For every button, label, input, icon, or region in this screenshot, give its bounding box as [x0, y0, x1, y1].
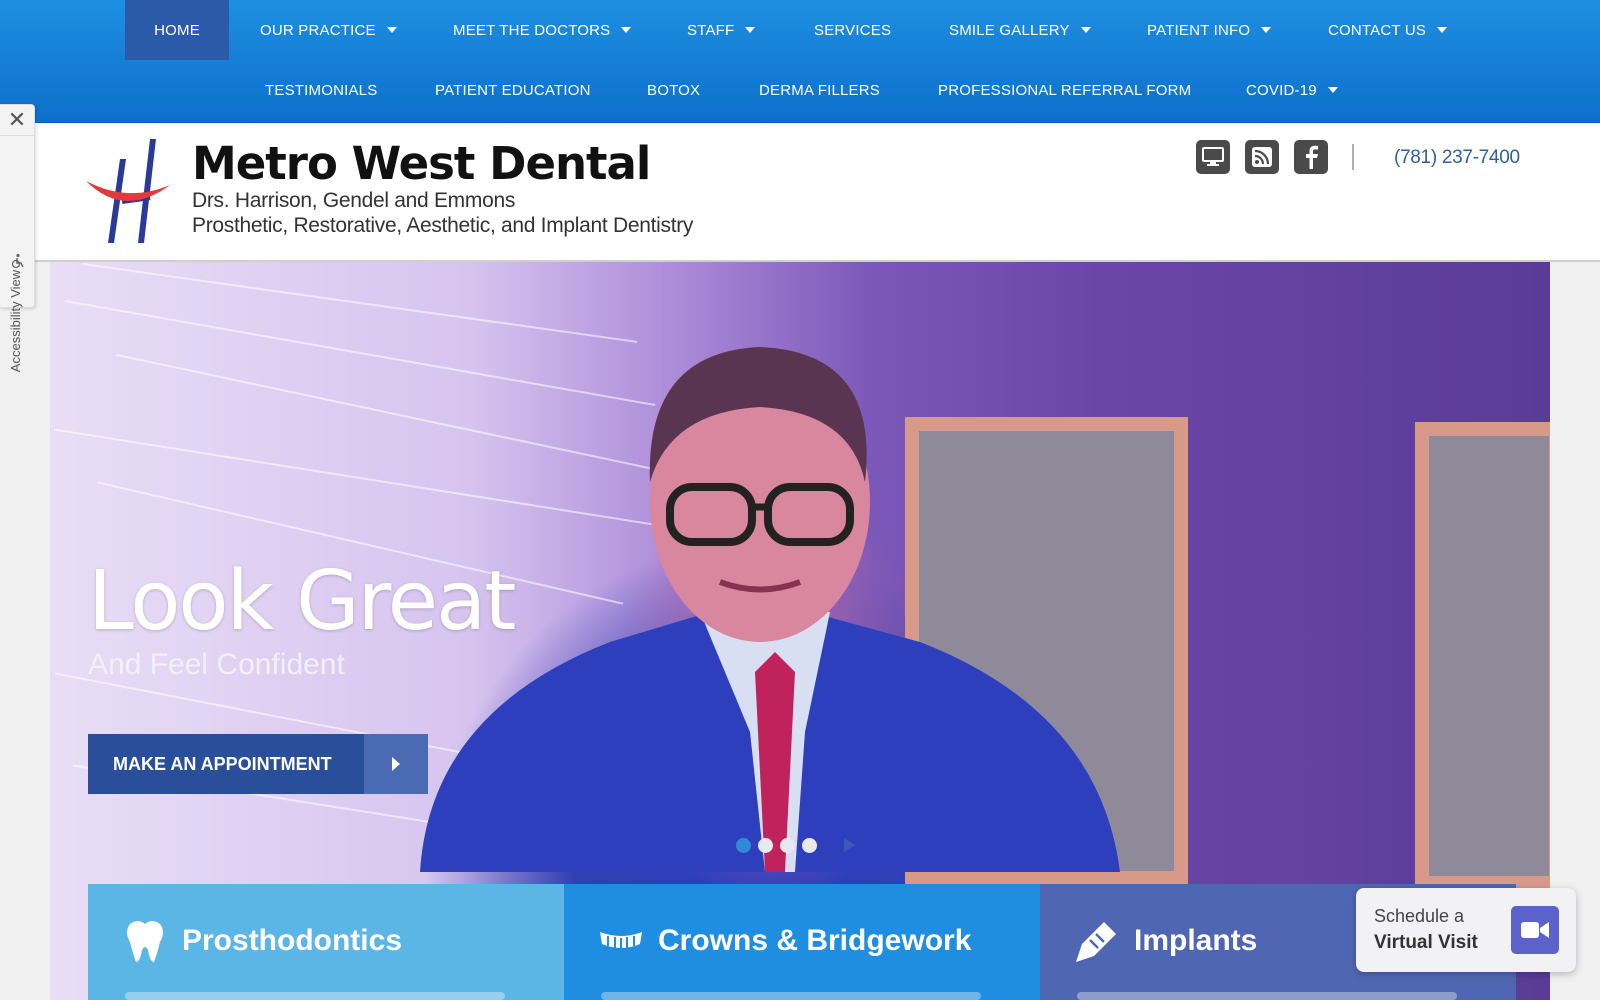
chevron-down-icon [1437, 27, 1448, 33]
card-description-peek [125, 992, 505, 1000]
header-divider [1352, 144, 1354, 170]
nav-our-practice[interactable]: OUR PRACTICE [260, 0, 397, 60]
slider-dot-2[interactable] [758, 837, 773, 853]
slider-pagination [736, 837, 855, 853]
hero-subtitle: And Feel Confident [88, 648, 345, 681]
facebook-icon[interactable] [1294, 140, 1328, 174]
metro-west-dental-logo[interactable] [84, 139, 174, 243]
desktop-icon[interactable] [1196, 140, 1230, 174]
chevron-down-icon [1261, 27, 1272, 33]
nav-smile-gallery[interactable]: SMILE GALLERY [949, 0, 1091, 60]
nav-covid-19[interactable]: COVID-19 [1246, 60, 1338, 120]
nav-derma-fillers[interactable]: DERMA FILLERS [759, 60, 880, 120]
card-title: Crowns & Bridgework [658, 924, 972, 957]
chevron-down-icon [745, 27, 756, 33]
chevron-down-icon [1327, 87, 1338, 93]
phone-number-link[interactable]: (781) 237-7400 [1394, 147, 1520, 169]
nav-testimonials[interactable]: TESTIMONIALS [265, 60, 377, 120]
site-header: Metro West Dental Drs. Harrison, Gendel … [34, 123, 1600, 262]
slider-next-arrow-icon[interactable] [844, 838, 855, 852]
card-description-peek [601, 992, 981, 1000]
nav-home[interactable]: HOME [125, 0, 229, 60]
doctor-photo [420, 347, 1120, 872]
card-prosthodontics[interactable]: Prosthodontics [88, 884, 564, 1000]
make-appointment-button[interactable]: MAKE AN APPOINTMENT [88, 734, 428, 794]
chevron-down-icon [1080, 27, 1091, 33]
nav-professional-referral-form[interactable]: PROFESSIONAL REFERRAL FORM [938, 60, 1191, 120]
divider [0, 135, 34, 136]
chevron-down-icon [386, 27, 397, 33]
teeth-icon [600, 932, 642, 949]
video-camera-icon[interactable] [1511, 906, 1559, 954]
nav-contact-us[interactable]: CONTACT US [1328, 0, 1448, 60]
card-description-peek [1077, 992, 1457, 1000]
nav-staff[interactable]: STAFF [687, 0, 756, 60]
nav-patient-info[interactable]: PATIENT INFO [1147, 0, 1272, 60]
chevron-down-icon [621, 27, 632, 33]
specialties-line: Prosthetic, Restorative, Aesthetic, and … [192, 214, 694, 237]
slider-dot-1[interactable] [736, 837, 751, 853]
card-title: Implants [1134, 924, 1258, 957]
nav-services[interactable]: SERVICES [814, 0, 891, 60]
hero-title: Look Great [88, 554, 516, 649]
brand-name[interactable]: Metro West Dental [192, 137, 651, 190]
rss-icon[interactable] [1245, 140, 1279, 174]
make-appointment-label: MAKE AN APPOINTMENT [88, 734, 364, 794]
main-navigation: HOME OUR PRACTICE MEET THE DOCTORS STAFF… [0, 0, 1600, 123]
close-icon[interactable]: ✕ [6, 109, 28, 131]
slider-dot-4[interactable] [802, 837, 817, 853]
card-title: Prosthodontics [182, 924, 403, 957]
accessibility-tab[interactable]: ✕ Accessibility View [0, 104, 35, 372]
nav-row-secondary: TESTIMONIALS PATIENT EDUCATION BOTOX DER… [0, 60, 1600, 120]
nav-botox[interactable]: BOTOX [647, 60, 700, 120]
slider-dot-3[interactable] [780, 837, 795, 853]
virtual-visit-line1: Schedule a [1374, 906, 1465, 926]
virtual-visit-line2: Virtual Visit [1374, 932, 1478, 953]
implant-icon [1076, 922, 1116, 962]
play-arrow-icon [364, 734, 428, 794]
schedule-virtual-visit-widget[interactable]: Schedule a Virtual Visit [1356, 888, 1576, 972]
tooth-icon [127, 921, 163, 962]
nav-row-primary: HOME OUR PRACTICE MEET THE DOCTORS STAFF… [0, 0, 1600, 60]
card-crowns-bridgework[interactable]: Crowns & Bridgework [564, 884, 1040, 1000]
doctors-line: Drs. Harrison, Gendel and Emmons [192, 189, 516, 212]
background-door [1415, 422, 1550, 890]
accessibility-view-label[interactable]: Accessibility View [8, 241, 24, 401]
nav-meet-the-doctors[interactable]: MEET THE DOCTORS [453, 0, 632, 60]
nav-patient-education[interactable]: PATIENT EDUCATION [435, 60, 591, 120]
